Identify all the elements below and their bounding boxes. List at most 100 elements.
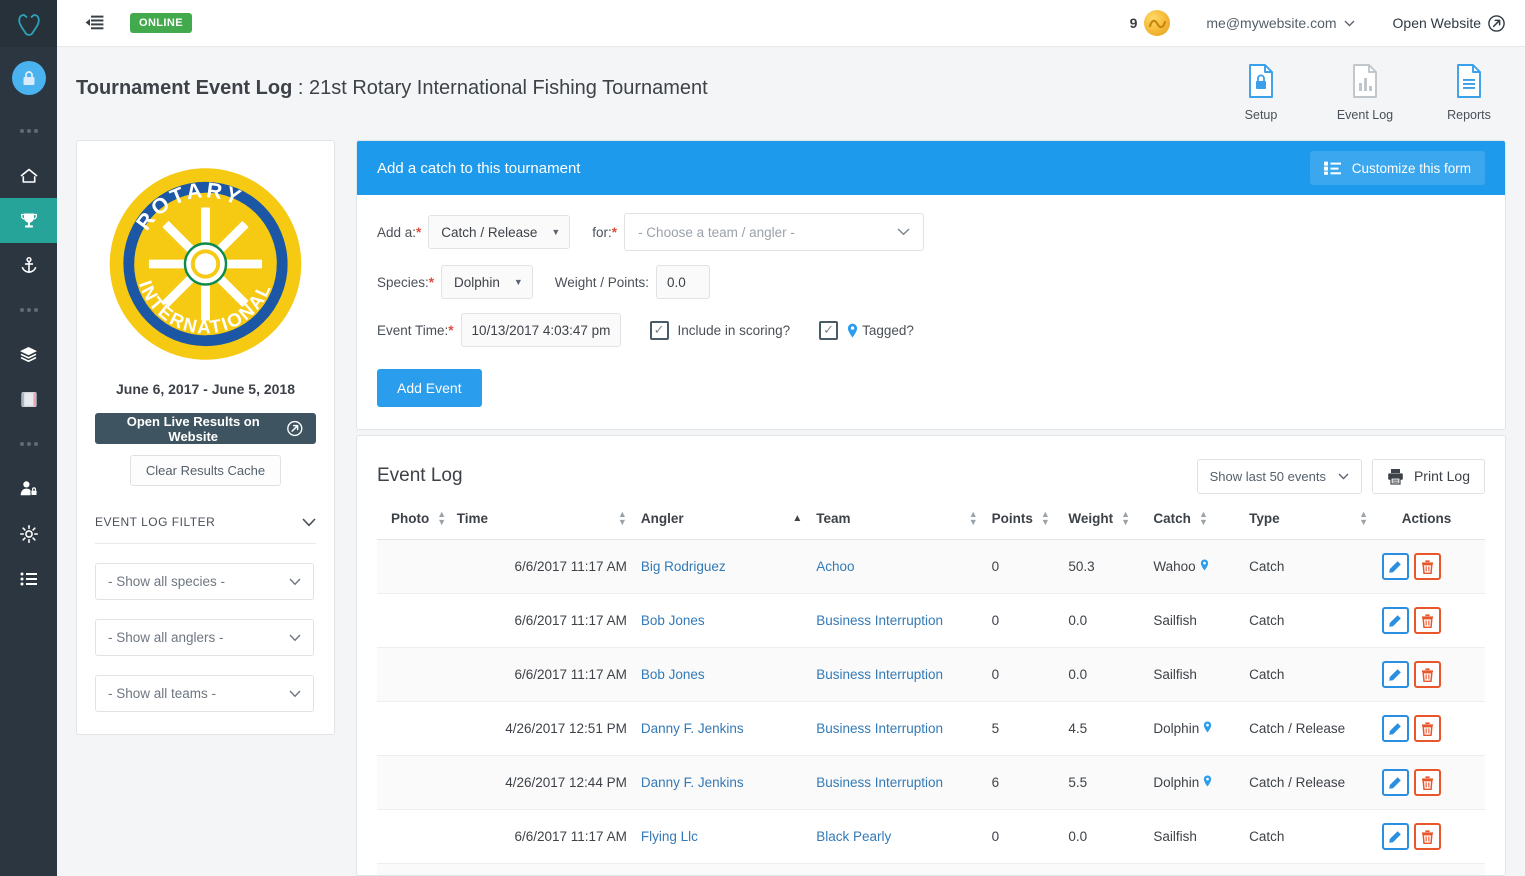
sidebar-item-list[interactable] (0, 556, 57, 601)
column-header-catch[interactable]: Catch ▲ ▼ (1139, 509, 1236, 540)
clear-results-cache-button[interactable]: Clear Results Cache (129, 455, 282, 486)
sidebar-item-book[interactable] (0, 377, 57, 422)
event-time-input[interactable] (460, 313, 621, 347)
column-header-points[interactable]: Points ▲ ▼ (977, 510, 1055, 540)
cell-actions (1367, 755, 1485, 810)
cell-team[interactable]: Business Interruption (802, 701, 978, 756)
cell-actions (1367, 701, 1485, 756)
team-link[interactable]: Business Interruption (816, 613, 943, 628)
include-scoring-group: ✓ Include in scoring? (649, 320, 790, 340)
cell-angler[interactable]: Bob Jones (626, 647, 803, 702)
open-live-results-button[interactable]: Open Live Results on Website (95, 413, 316, 444)
edit-row-button[interactable] (1381, 553, 1409, 580)
header-action-reports[interactable]: Reports (1435, 63, 1503, 122)
caret-down-icon: ▼ (551, 227, 561, 237)
delete-row-button[interactable] (1413, 553, 1441, 580)
cell-type: Catch (1235, 863, 1368, 875)
team-link[interactable]: Business Interruption (816, 667, 943, 682)
sidebar-item-layers[interactable] (0, 332, 57, 377)
delete-row-button[interactable] (1413, 607, 1441, 634)
account-menu[interactable]: me@mywebsite.com (1206, 15, 1354, 31)
angler-link[interactable]: Flying Llc (641, 829, 698, 844)
page-lines-icon (1457, 64, 1481, 98)
app-logo[interactable] (0, 0, 57, 47)
angler-link[interactable]: Danny F. Jenkins (641, 721, 744, 736)
edit-row-button[interactable] (1381, 607, 1409, 634)
sidebar-item-tournaments[interactable] (0, 198, 57, 243)
edit-row-button[interactable] (1381, 769, 1409, 796)
sort-icon: ▲ ▼ (1198, 509, 1208, 527)
cell-team[interactable]: Black Pearly (802, 863, 978, 875)
angler-link[interactable]: Bob Jones (641, 667, 705, 682)
angler-link[interactable]: Big Rodriguez (641, 559, 726, 574)
column-header-photo[interactable]: Photo ▲ ▼ (377, 510, 457, 540)
team-link[interactable]: Business Interruption (816, 721, 943, 736)
open-website-link[interactable]: Open Website (1393, 14, 1505, 32)
sidebar-item-user-permissions[interactable] (0, 466, 57, 511)
species-select[interactable]: Dolphin ▼ (441, 265, 533, 299)
event-log-table-body: 6/6/2017 11:17 AM Big Rodriguez Achoo 0 50.3… (377, 539, 1485, 875)
column-header-time[interactable]: Time ▲ ▼ (456, 509, 627, 540)
print-log-button[interactable]: Print Log (1371, 458, 1485, 494)
delete-row-button[interactable] (1413, 769, 1441, 796)
add-event-button[interactable]: Add Event (377, 369, 482, 407)
gold-coin-icon[interactable] (1144, 10, 1171, 36)
add-a-select[interactable]: Catch / Release ▼ (428, 215, 571, 249)
team-link[interactable]: Achoo (816, 559, 854, 574)
angler-link[interactable]: Bob Jones (641, 613, 705, 628)
coin-count: 9 (1129, 15, 1138, 31)
sidebar-item-avatar[interactable] (0, 47, 57, 109)
events-count-select[interactable]: Show last 50 events (1196, 458, 1362, 494)
team-link[interactable]: Business Interruption (816, 775, 943, 790)
header-action-setup[interactable]: Setup (1227, 63, 1295, 122)
cell-team[interactable]: Business Interruption (802, 647, 978, 702)
cell-team[interactable]: Black Pearly (802, 809, 978, 864)
column-header-weight[interactable]: Weight ▲ ▼ (1054, 510, 1140, 540)
anglers-filter[interactable]: - Show all anglers - (95, 619, 314, 656)
tagged-checkbox[interactable]: ✓ (819, 320, 839, 340)
chevron-down-icon (289, 634, 301, 641)
sidebar-item-boats[interactable] (0, 243, 57, 288)
sidebar-item-home[interactable] (0, 153, 57, 198)
teams-filter[interactable]: - Show all teams - (95, 675, 314, 712)
column-header-team[interactable]: Team ▲ ▼ (802, 510, 978, 540)
edit-row-button[interactable] (1381, 661, 1409, 688)
edit-row-button[interactable] (1381, 823, 1409, 850)
include-scoring-checkbox[interactable]: ✓ (649, 320, 669, 340)
team-link[interactable]: Black Pearly (816, 829, 891, 844)
delete-row-button[interactable] (1413, 661, 1441, 688)
home-icon (19, 168, 38, 183)
chevron-down-icon (897, 228, 910, 236)
cell-angler[interactable]: Flying Llc (626, 863, 803, 875)
edit-row-button[interactable] (1381, 715, 1409, 742)
cell-team[interactable]: Achoo (802, 539, 978, 594)
event-log-filter-label: EVENT LOG FILTER (95, 515, 216, 529)
cell-angler[interactable]: Danny F. Jenkins (626, 701, 803, 756)
cell-actions (1367, 539, 1485, 594)
cell-angler[interactable]: Bob Jones (626, 593, 803, 648)
customize-form-button[interactable]: Customize this form (1309, 151, 1485, 185)
cell-time: 6/6/2017 11:17 AM (456, 539, 627, 594)
event-log-filter-header[interactable]: EVENT LOG FILTER (95, 515, 316, 544)
cell-team[interactable]: Business Interruption (802, 593, 978, 648)
sidebar-item-settings[interactable] (0, 511, 57, 556)
delete-row-button[interactable] (1413, 715, 1441, 742)
form-row-event-time: Event Time:* ✓ Include in scoring? ✓ Tag… (377, 313, 1485, 347)
cell-type: Catch (1235, 593, 1368, 648)
cell-angler[interactable]: Danny F. Jenkins (626, 755, 803, 810)
species-filter[interactable]: - Show all species - (95, 563, 314, 600)
angler-link[interactable]: Danny F. Jenkins (641, 775, 744, 790)
cell-angler[interactable]: Big Rodriguez (626, 539, 803, 594)
delete-row-button[interactable] (1413, 823, 1441, 850)
header-action-event-log[interactable]: Event Log (1331, 63, 1399, 122)
collapse-sidebar-button[interactable] (85, 15, 104, 32)
sort-icon: ▲ ▼ (617, 509, 627, 527)
column-header-angler[interactable]: Angler ▲ (626, 510, 803, 540)
cell-team[interactable]: Business Interruption (802, 755, 978, 810)
weight-points-input[interactable] (656, 265, 711, 299)
add-catch-panel-header: Add a catch to this tournament Customize… (357, 141, 1505, 195)
status-badge: ONLINE (130, 13, 192, 33)
team-angler-select[interactable]: - Choose a team / angler - (624, 213, 925, 251)
column-header-type[interactable]: Type ▲ ▼ (1235, 510, 1368, 540)
cell-angler[interactable]: Flying Llc (626, 809, 803, 864)
